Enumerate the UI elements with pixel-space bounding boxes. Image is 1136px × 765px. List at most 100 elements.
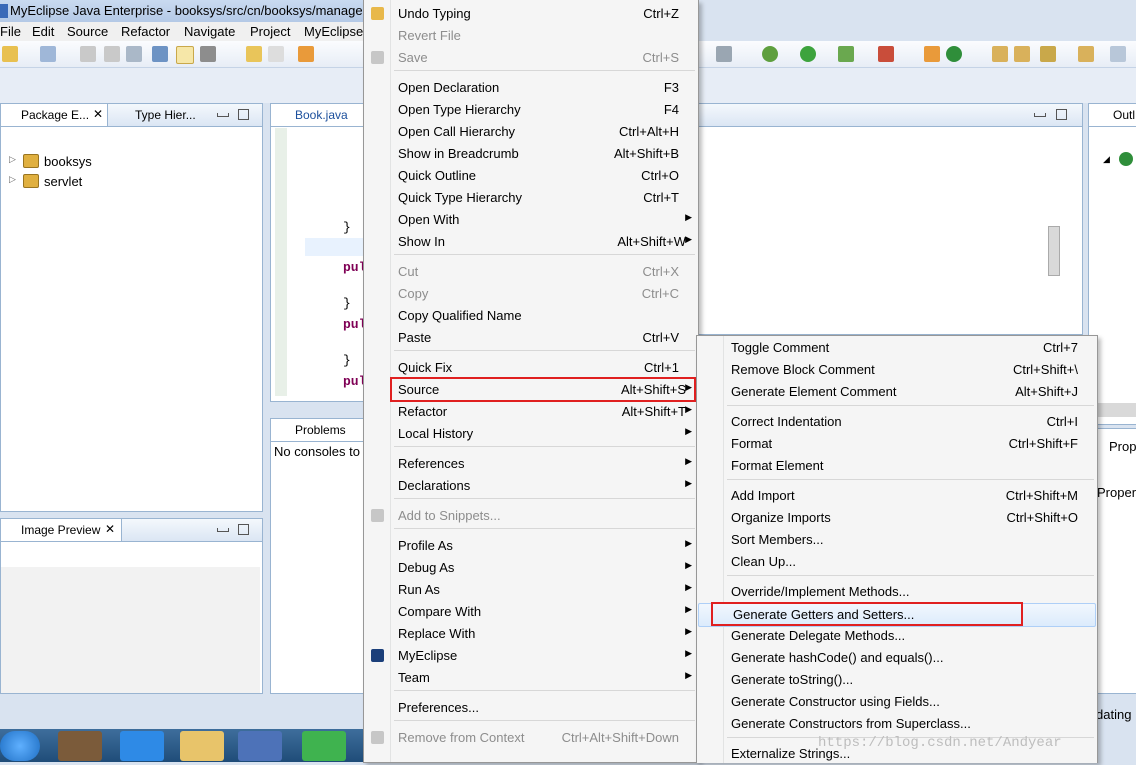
submenu-item-generate-hashcode-and-equals[interactable]: Generate hashCode() and equals()... xyxy=(697,647,1097,669)
tab-type-hierarchy[interactable]: Type Hier... xyxy=(111,104,205,126)
debug-icon[interactable] xyxy=(762,46,778,62)
menu-item-run-as[interactable]: Run As ▶ xyxy=(364,579,698,601)
search-icon[interactable] xyxy=(1040,46,1056,62)
tab-book-java[interactable]: Book.java xyxy=(271,104,364,126)
menu-item-references[interactable]: References ▶ xyxy=(364,453,698,475)
tab-image-preview[interactable]: Image Preview ✕ xyxy=(1,519,122,541)
menu-item-local-history[interactable]: Local History ▶ xyxy=(364,423,698,445)
menu-item-copy-qualified-name[interactable]: Copy Qualified Name xyxy=(364,305,698,327)
print-icon[interactable] xyxy=(126,46,142,62)
submenu-item-add-import[interactable]: Add Import Ctrl+Shift+M xyxy=(697,485,1097,507)
maximize-icon[interactable] xyxy=(238,524,249,535)
expand-icon[interactable]: ▷ xyxy=(9,154,16,165)
minimize-icon[interactable] xyxy=(217,528,229,532)
submenu-item-format-element[interactable]: Format Element xyxy=(697,455,1097,477)
menu-item-preferences[interactable]: Preferences... xyxy=(364,697,698,719)
submenu-item-generate-delegate-methods[interactable]: Generate Delegate Methods... xyxy=(697,625,1097,647)
menu-item-remove-from-context[interactable]: Remove from Context Ctrl+Alt+Shift+Down xyxy=(364,727,698,749)
server-icon[interactable] xyxy=(298,46,314,62)
new-class-icon[interactable] xyxy=(924,46,940,62)
menu-item-undo-typing[interactable]: Undo Typing Ctrl+Z xyxy=(364,3,698,25)
undo-icon[interactable] xyxy=(246,46,262,62)
maximize-icon[interactable] xyxy=(238,109,249,120)
sublime-icon[interactable] xyxy=(58,731,102,761)
tab-properties-label[interactable]: Prop xyxy=(1109,439,1136,454)
submenu-item-generate-tostring[interactable]: Generate toString()... xyxy=(697,669,1097,691)
menu-item-compare-with[interactable]: Compare With ▶ xyxy=(364,601,698,623)
redo-icon[interactable] xyxy=(268,46,284,62)
menu-item-paste[interactable]: Paste Ctrl+V xyxy=(364,327,698,349)
image-icon[interactable] xyxy=(716,46,732,62)
menu-item-refactor[interactable]: Refactor Alt+Shift+T ▶ xyxy=(364,401,698,423)
submenu-item-generate-constructors-from-superclass[interactable]: Generate Constructors from Superclass... xyxy=(697,713,1097,735)
submenu-item-sort-members[interactable]: Sort Members... xyxy=(697,529,1097,551)
menu-item-show-in[interactable]: Show In Alt+Shift+W ▶ xyxy=(364,231,698,253)
notes-icon[interactable] xyxy=(120,731,164,761)
tab-outline[interactable]: Outl xyxy=(1089,104,1136,126)
menu-item-open-call-hierarchy[interactable]: Open Call Hierarchy Ctrl+Alt+H xyxy=(364,121,698,143)
run-icon[interactable] xyxy=(800,46,816,62)
scrollbar-h[interactable] xyxy=(1092,403,1136,417)
menu-navigate[interactable]: Navigate xyxy=(184,24,235,39)
menu-item-myeclipse[interactable]: MyEclipse ▶ xyxy=(364,645,698,667)
toggle-mark-icon[interactable] xyxy=(176,46,194,64)
submenu-item-generate-element-comment[interactable]: Generate Element Comment Alt+Shift+J xyxy=(697,381,1097,403)
new-project-icon[interactable] xyxy=(40,46,56,62)
submenu-item-toggle-comment[interactable]: Toggle Comment Ctrl+7 xyxy=(697,337,1097,359)
scrollbar-thumb[interactable] xyxy=(1048,226,1060,276)
menu-item-declarations[interactable]: Declarations ▶ xyxy=(364,475,698,497)
menu-refactor[interactable]: Refactor xyxy=(121,24,170,39)
menu-item-copy[interactable]: Copy Ctrl+C xyxy=(364,283,698,305)
tab-package-explorer[interactable]: Package E... ✕ xyxy=(1,104,108,126)
submenu-item-format[interactable]: Format Ctrl+Shift+F xyxy=(697,433,1097,455)
menu-item-open-type-hierarchy[interactable]: Open Type Hierarchy F4 xyxy=(364,99,698,121)
menu-item-replace-with[interactable]: Replace With ▶ xyxy=(364,623,698,645)
submenu-item-remove-block-comment[interactable]: Remove Block Comment Ctrl+Shift+\ xyxy=(697,359,1097,381)
folder-icon[interactable] xyxy=(1078,46,1094,62)
menu-item-debug-as[interactable]: Debug As ▶ xyxy=(364,557,698,579)
deploy-icon[interactable] xyxy=(152,46,168,62)
start-button[interactable] xyxy=(0,731,40,761)
build-icon[interactable] xyxy=(200,46,216,62)
menu-item-save[interactable]: Save Ctrl+S xyxy=(364,47,698,69)
menu-item-open-with[interactable]: Open With ▶ xyxy=(364,209,698,231)
expand-icon[interactable]: ▷ xyxy=(9,174,16,185)
menu-item-quick-fix[interactable]: Quick Fix Ctrl+1 xyxy=(364,357,698,379)
explorer-icon[interactable] xyxy=(180,731,224,761)
tree-item-booksys[interactable]: booksys xyxy=(44,154,92,169)
tree-item-servlet[interactable]: servlet xyxy=(44,174,82,189)
tab-problems[interactable]: Problems xyxy=(271,419,364,441)
run-external-icon[interactable] xyxy=(838,46,854,62)
save-icon[interactable] xyxy=(80,46,96,62)
submenu-item-override-implement-methods[interactable]: Override/Implement Methods... xyxy=(697,581,1097,603)
app-icon[interactable] xyxy=(302,731,346,761)
menu-item-profile-as[interactable]: Profile As ▶ xyxy=(364,535,698,557)
menu-project[interactable]: Project xyxy=(250,24,290,39)
menu-source[interactable]: Source xyxy=(67,24,108,39)
menu-item-revert-file[interactable]: Revert File xyxy=(364,25,698,47)
minimize-icon[interactable] xyxy=(1034,113,1046,117)
submenu-item-correct-indentation[interactable]: Correct Indentation Ctrl+I xyxy=(697,411,1097,433)
close-icon[interactable]: ✕ xyxy=(93,107,103,121)
menu-item-quick-type-hierarchy[interactable]: Quick Type Hierarchy Ctrl+T xyxy=(364,187,698,209)
menu-item-open-declaration[interactable]: Open Declaration F3 xyxy=(364,77,698,99)
menu-file[interactable]: File xyxy=(0,24,21,39)
menu-item-add-to-snippets[interactable]: Add to Snippets... xyxy=(364,505,698,527)
stop-server-icon[interactable] xyxy=(878,46,894,62)
menu-item-cut[interactable]: Cut Ctrl+X xyxy=(364,261,698,283)
perspective-icon[interactable] xyxy=(1110,46,1126,62)
menu-edit[interactable]: Edit xyxy=(32,24,54,39)
menu-item-show-in-breadcrumb[interactable]: Show in Breadcrumb Alt+Shift+B xyxy=(364,143,698,165)
minimize-icon[interactable] xyxy=(217,113,229,117)
open-type-icon[interactable] xyxy=(992,46,1008,62)
menu-myeclipse[interactable]: MyEclipse xyxy=(304,24,363,39)
menu-item-team[interactable]: Team ▶ xyxy=(364,667,698,689)
submenu-item-clean-up[interactable]: Clean Up... xyxy=(697,551,1097,573)
close-icon[interactable]: ✕ xyxy=(105,522,115,536)
expand-icon[interactable]: ◢ xyxy=(1103,154,1110,165)
submenu-item-organize-imports[interactable]: Organize Imports Ctrl+Shift+O xyxy=(697,507,1097,529)
new-icon[interactable] xyxy=(2,46,18,62)
menu-item-quick-outline[interactable]: Quick Outline Ctrl+O xyxy=(364,165,698,187)
eclipse-icon[interactable] xyxy=(238,731,282,761)
maximize-icon[interactable] xyxy=(1056,109,1067,120)
